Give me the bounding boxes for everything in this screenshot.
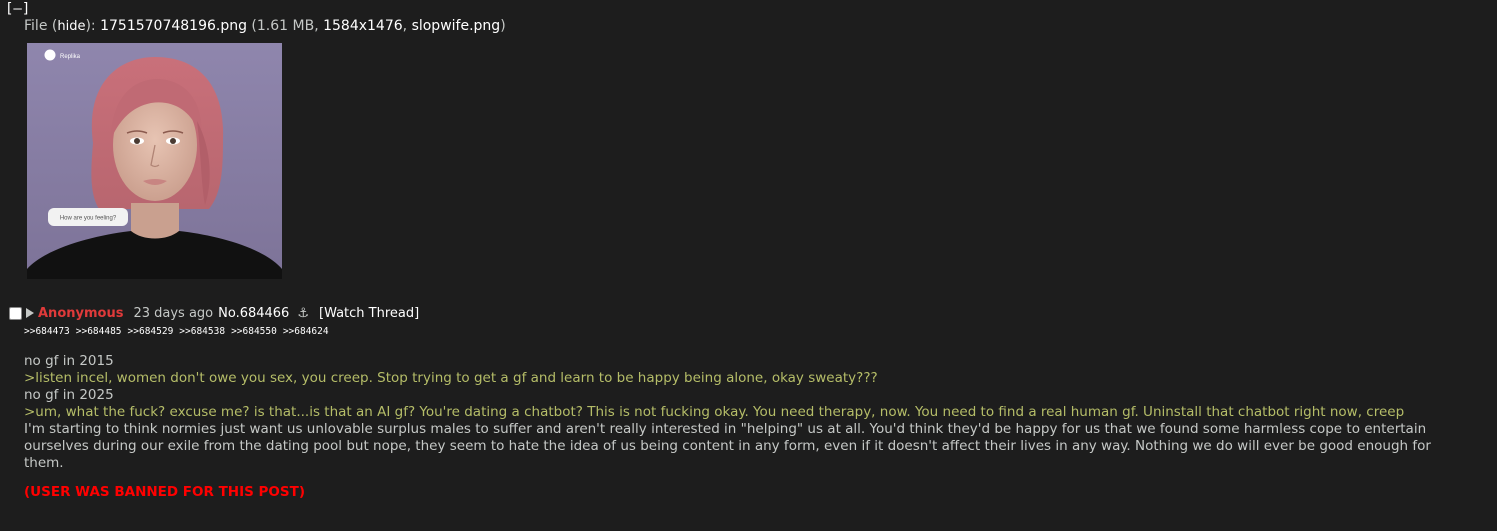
- post-image-thumbnail[interactable]: Replika How are you feeling?: [27, 43, 282, 279]
- backlink[interactable]: >>684529: [128, 326, 174, 337]
- post-message: no gf in 2015 >listen incel, women don't…: [24, 353, 1464, 501]
- file-meta-open: (1.61 MB,: [246, 18, 324, 34]
- hide-link[interactable]: hide: [57, 19, 85, 34]
- collapse-toggle[interactable]: [–]: [5, 1, 30, 17]
- file-info: File (hide): 1751570748196.png (1.61 MB,…: [24, 18, 506, 34]
- backlink[interactable]: >>684550: [231, 326, 277, 337]
- thumbnail-bubble-text: How are you feeling?: [60, 216, 117, 222]
- file-dimensions: 1584x1476: [323, 18, 403, 34]
- message-paragraph: I'm starting to think normies just want …: [24, 421, 1431, 471]
- thumbnail-app-label: Replika: [60, 54, 81, 60]
- file-label: File (: [24, 18, 58, 34]
- file-label-suffix: ):: [85, 18, 101, 34]
- backlink[interactable]: >>684538: [179, 326, 225, 337]
- post-info: Anonymous 23 days ago No.684466 ⚓ [Watch…: [9, 304, 419, 322]
- file-original-name: slopwife.png: [411, 18, 501, 34]
- file-link[interactable]: 1751570748196.png: [100, 18, 247, 34]
- backlink[interactable]: >>684485: [76, 326, 122, 337]
- greentext-line: >um, what the fuck? excuse me? is that..…: [24, 404, 1405, 420]
- greentext-line: >listen incel, women don't owe you sex, …: [24, 370, 878, 386]
- post-number-link[interactable]: No.684466: [218, 306, 289, 321]
- poster-name: Anonymous: [38, 305, 124, 321]
- anchor-icon[interactable]: ⚓: [297, 306, 309, 321]
- file-meta-close: ): [500, 18, 506, 34]
- post-menu-icon[interactable]: [26, 308, 34, 318]
- backlink[interactable]: >>684473: [24, 326, 70, 337]
- message-line: no gf in 2025: [24, 387, 114, 403]
- backlink[interactable]: >>684624: [283, 326, 329, 337]
- post-checkbox[interactable]: [9, 306, 22, 320]
- backlinks: >>684473 >>684485 >>684529 >>684538 >>684550…: [24, 326, 335, 337]
- file-meta-sep: ,: [402, 18, 412, 34]
- watch-thread-link[interactable]: [Watch Thread]: [319, 306, 419, 321]
- message-line: no gf in 2015: [24, 353, 114, 369]
- post-date: 23 days ago: [133, 305, 214, 321]
- ban-notice: (USER WAS BANNED FOR THIS POST): [24, 484, 306, 500]
